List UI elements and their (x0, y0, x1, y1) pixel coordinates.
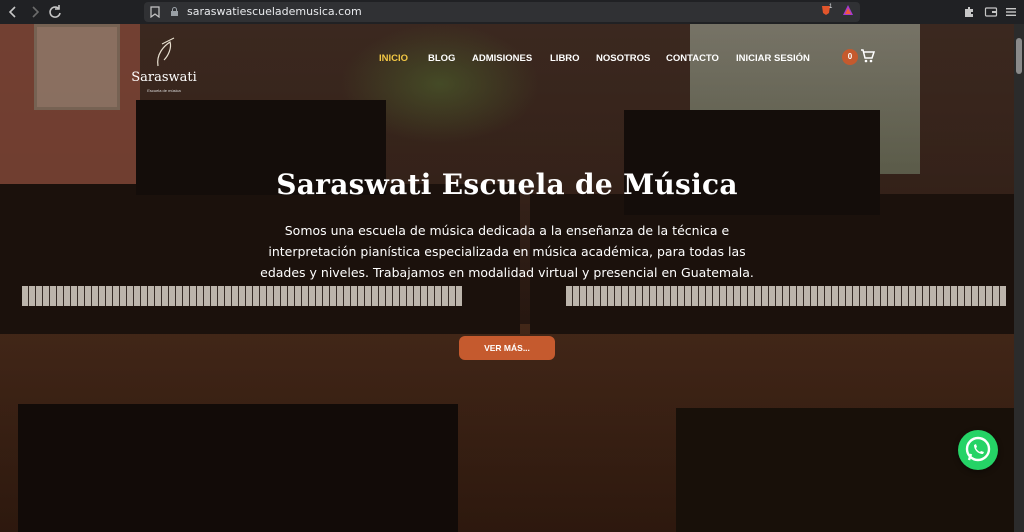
background-bench-right (676, 408, 1014, 532)
saraswati-logo-icon (157, 37, 175, 67)
background-keys-right (566, 286, 1006, 306)
cart-count-badge[interactable]: 0 (842, 49, 858, 65)
bookmark-icon[interactable] (150, 6, 160, 18)
whatsapp-icon (965, 436, 991, 462)
forward-icon[interactable] (26, 3, 44, 21)
reload-icon[interactable] (46, 3, 64, 21)
browser-toolbar: saraswatiescueladem​usica.com 1 (0, 0, 1024, 24)
nav-admisiones[interactable]: ADMISIONES (472, 53, 532, 64)
nav-blog[interactable]: BLOG (428, 53, 455, 64)
whatsapp-button[interactable] (958, 430, 998, 470)
logo-name: Saraswati (131, 70, 197, 85)
url-text: saraswatiescueladem​usica.com (187, 5, 362, 18)
background-frame (34, 24, 120, 110)
hero-description: Somos una escuela de música dedicada a l… (260, 223, 754, 280)
address-bar[interactable]: saraswatiescueladem​usica.com (144, 2, 860, 22)
lock-icon (171, 7, 178, 16)
nav-contacto[interactable]: CONTACTO (666, 53, 719, 64)
site-logo[interactable]: Saraswati Escuela de música (128, 36, 200, 100)
nav-iniciar-sesion[interactable]: INICIAR SESIÓN (736, 53, 810, 64)
hero-title: Saraswati Escuela de Música (276, 168, 738, 201)
menu-icon[interactable] (1004, 5, 1018, 19)
extensions-icon[interactable] (962, 5, 976, 19)
wallet-icon[interactable] (984, 5, 998, 19)
shield-count-badge: 1 (829, 4, 833, 10)
logo-tagline: Escuela de música (147, 88, 181, 93)
nav-libro[interactable]: LIBRO (550, 53, 580, 64)
page-scrollbar[interactable] (1014, 24, 1024, 532)
cart-icon[interactable] (860, 49, 875, 63)
ver-mas-button[interactable]: VER MÁS... (459, 336, 555, 360)
hero-section: Saraswati Escuela de música INICIO BLOG … (0, 24, 1014, 532)
nav-inicio[interactable]: INICIO (379, 53, 408, 64)
background-keys-left (22, 286, 462, 306)
nav-nosotros[interactable]: NOSOTROS (596, 53, 650, 64)
back-icon[interactable] (4, 3, 22, 21)
scrollbar-thumb[interactable] (1016, 38, 1022, 74)
brave-rewards-icon[interactable] (842, 4, 854, 16)
background-bench-left (18, 404, 458, 532)
